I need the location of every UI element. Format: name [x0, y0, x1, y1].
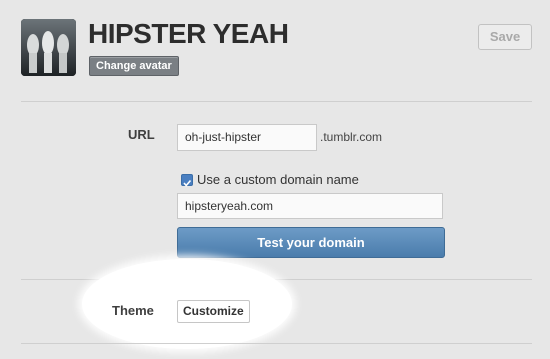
theme-label: Theme [112, 303, 154, 318]
check-icon [183, 179, 192, 187]
save-button[interactable]: Save [478, 24, 532, 50]
change-avatar-button[interactable]: Change avatar [89, 56, 179, 76]
test-domain-button[interactable]: Test your domain [177, 227, 445, 258]
avatar-image [21, 19, 76, 76]
avatar[interactable] [21, 19, 76, 76]
custom-domain-input[interactable]: hipsteryeah.com [177, 193, 443, 219]
custom-domain-label[interactable]: Use a custom domain name [197, 172, 359, 187]
subdomain-input[interactable]: oh-just-hipster [177, 124, 317, 151]
url-label: URL [128, 127, 155, 142]
blog-title: HIPSTER YEAH [88, 18, 289, 49]
customize-button[interactable]: Customize [177, 300, 250, 323]
domain-suffix: .tumblr.com [320, 130, 383, 144]
custom-domain-checkbox[interactable] [181, 174, 193, 187]
divider [21, 343, 532, 344]
divider [21, 101, 532, 102]
